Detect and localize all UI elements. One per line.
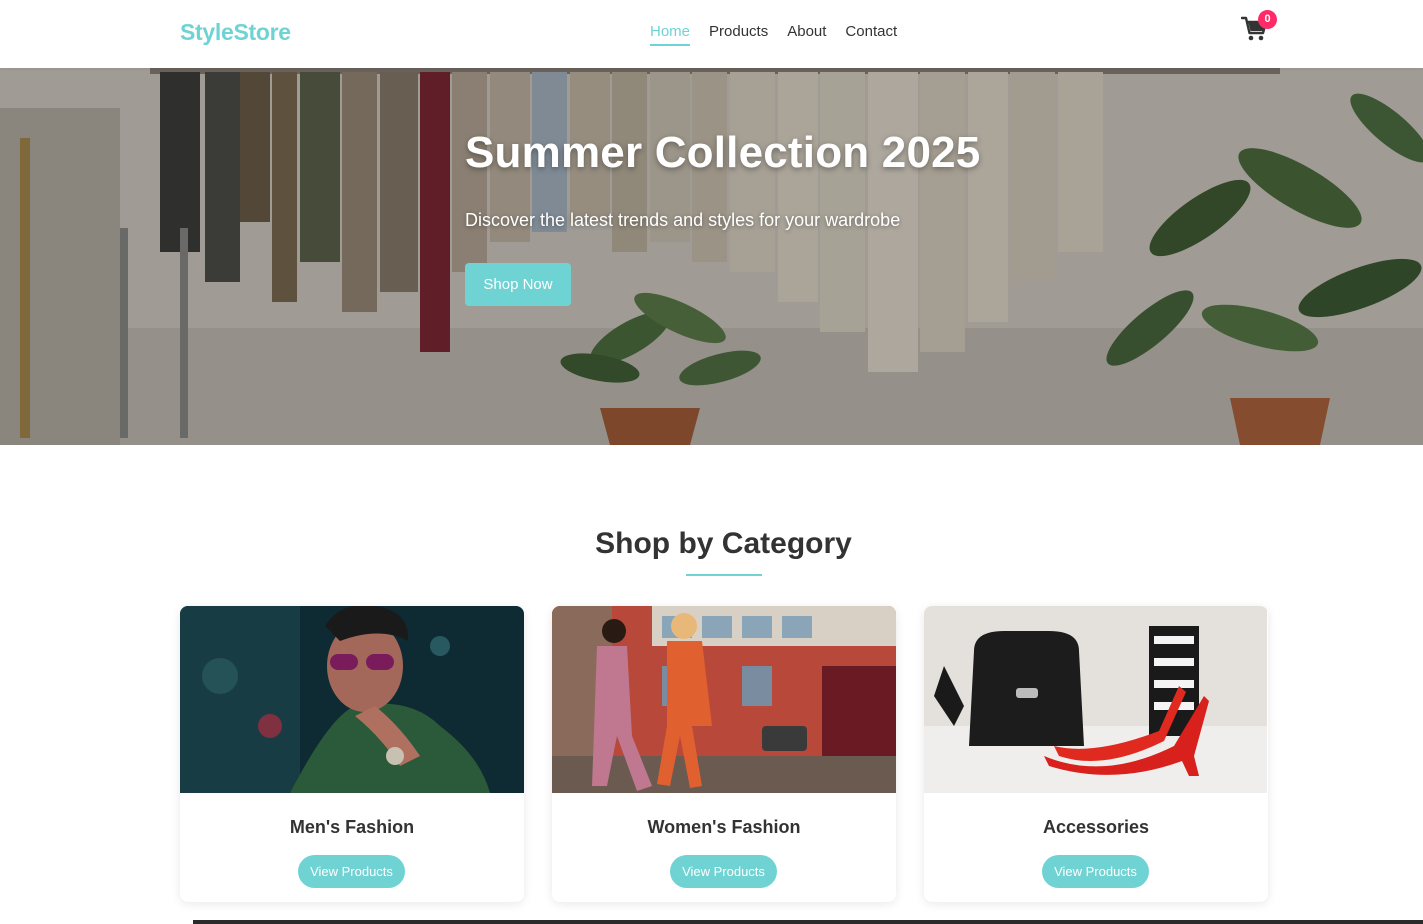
nav-about[interactable]: About — [787, 23, 826, 46]
section-title-underline — [686, 574, 762, 576]
shop-now-button[interactable]: Shop Now — [465, 263, 571, 306]
category-image-mens[interactable] — [180, 606, 524, 793]
bottom-strip — [193, 920, 1423, 924]
view-products-button[interactable]: View Products — [298, 855, 405, 888]
site-header: StyleStore Home Products About Contact 0 — [0, 0, 1423, 68]
view-products-button[interactable]: View Products — [670, 855, 777, 888]
category-card-mens[interactable]: Men's Fashion View Products — [180, 606, 524, 902]
hero-subtitle: Discover the latest trends and styles fo… — [465, 210, 901, 230]
main-nav: Home Products About Contact — [650, 23, 897, 46]
hero-banner: Summer Collection 2025 Discover the late… — [0, 68, 1423, 445]
section-title: Shop by Category — [595, 527, 852, 560]
hero-title: Summer Collection 2025 — [465, 128, 981, 177]
site-logo[interactable]: StyleStore — [180, 19, 291, 46]
nav-home[interactable]: Home — [650, 23, 691, 46]
hero-overlay — [0, 68, 1423, 445]
category-name: Women's Fashion — [647, 817, 801, 837]
category-name: Accessories — [1042, 817, 1150, 837]
category-image-accessories[interactable] — [924, 606, 1268, 793]
category-name: Men's Fashion — [289, 817, 415, 837]
view-products-button[interactable]: View Products — [1042, 855, 1149, 888]
cart-count-badge: 0 — [1258, 10, 1277, 29]
category-card-accessories[interactable]: Accessories View Products — [924, 606, 1268, 902]
nav-products[interactable]: Products — [709, 23, 768, 46]
nav-contact[interactable]: Contact — [845, 23, 897, 46]
category-card-womens[interactable]: Women's Fashion View Products — [552, 606, 896, 902]
category-image-womens[interactable] — [552, 606, 896, 793]
